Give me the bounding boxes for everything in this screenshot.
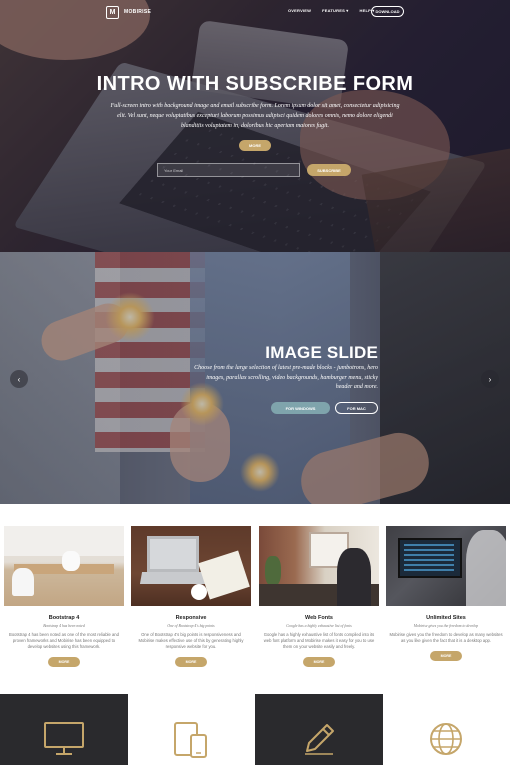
feature-more-button[interactable]: MORE (430, 651, 462, 661)
pencil-icon (304, 724, 334, 755)
feature-card: Unlimited Sites Mobirise gives you the f… (386, 526, 506, 661)
feature-more-button[interactable]: MORE (48, 657, 80, 667)
feature-text: One of Bootstrap 4's big points is respo… (138, 632, 244, 649)
feature-image (4, 526, 124, 606)
feature-subtitle: Mobirise gives you the freedom to develo… (413, 624, 479, 628)
slide-description: Choose from the large selection of lates… (194, 365, 378, 390)
brand-name[interactable]: MOBIRISE (124, 9, 151, 15)
feature-card: Web Fonts Google has a highly exhaustive… (259, 526, 379, 667)
icon-feature-tile (382, 694, 510, 765)
nav-link-features[interactable]: FEATURES ▾ (322, 8, 348, 13)
nav-link-overview[interactable]: OVERVIEW (288, 8, 311, 13)
icon-feature-tile (255, 694, 383, 765)
image-slider: IMAGE SLIDE Choose from the large select… (0, 252, 510, 504)
subscribe-button[interactable]: SUBSCRIBE (307, 164, 351, 176)
navbar: M MOBIRISE OVERVIEW FEATURES ▾ HELP ▾ DO… (0, 0, 510, 24)
feature-title: Web Fonts (304, 615, 333, 621)
hero-more-button[interactable]: MORE (239, 140, 271, 151)
desktop-monitor-icon (43, 722, 84, 755)
hero-description: Full-screen intro with background image … (110, 103, 400, 129)
feature-card: Responsive One of Bootstrap 4's big poin… (131, 526, 251, 667)
brand-logo-icon[interactable]: M (106, 5, 119, 19)
feature-more-button[interactable]: MORE (303, 657, 335, 667)
intro-section: M MOBIRISE OVERVIEW FEATURES ▾ HELP ▾ DO… (0, 0, 510, 252)
hero-title: INTRO WITH SUBSCRIBE FORM (96, 73, 414, 95)
globe-icon (430, 723, 463, 755)
download-button[interactable]: DOWNLOAD (371, 6, 404, 17)
chevron-right-icon[interactable]: › (481, 370, 499, 388)
feature-image (131, 526, 251, 606)
feature-title: Responsive (175, 615, 207, 621)
icon-feature-tile (0, 694, 128, 765)
feature-subtitle: Google has a highly exhaustive list of f… (286, 624, 352, 628)
for-windows-button[interactable]: FOR WINDOWS (271, 402, 330, 414)
icon-feature-tile (127, 694, 255, 765)
feature-image (386, 526, 506, 606)
chevron-left-icon[interactable]: ‹ (10, 370, 28, 388)
feature-text: Mobirise gives you the freedom to develo… (389, 632, 503, 643)
feature-subtitle: One of Bootstrap 4's big points (167, 624, 215, 628)
slide-title: IMAGE SLIDE (265, 343, 378, 362)
feature-subtitle: Bootstrap 4 has been noted (43, 624, 85, 628)
feature-text: Google has a highly exhaustive list of f… (263, 632, 375, 649)
mobile-devices-icon (174, 722, 208, 758)
features-section: Bootstrap 4 Bootstrap 4 has been noted B… (0, 504, 510, 694)
feature-text: Bootstrap 4 has been noted as one of the… (9, 632, 119, 649)
nav-links: OVERVIEW FEATURES ▾ HELP ▾ (288, 8, 374, 13)
feature-title: Bootstrap 4 (48, 615, 80, 621)
feature-image (259, 526, 379, 606)
feature-title: Unlimited Sites (426, 615, 466, 621)
for-mac-button[interactable]: FOR MAC (335, 402, 378, 414)
feature-card: Bootstrap 4 Bootstrap 4 has been noted B… (4, 526, 124, 667)
email-input[interactable] (157, 163, 300, 177)
feature-more-button[interactable]: MORE (175, 657, 207, 667)
